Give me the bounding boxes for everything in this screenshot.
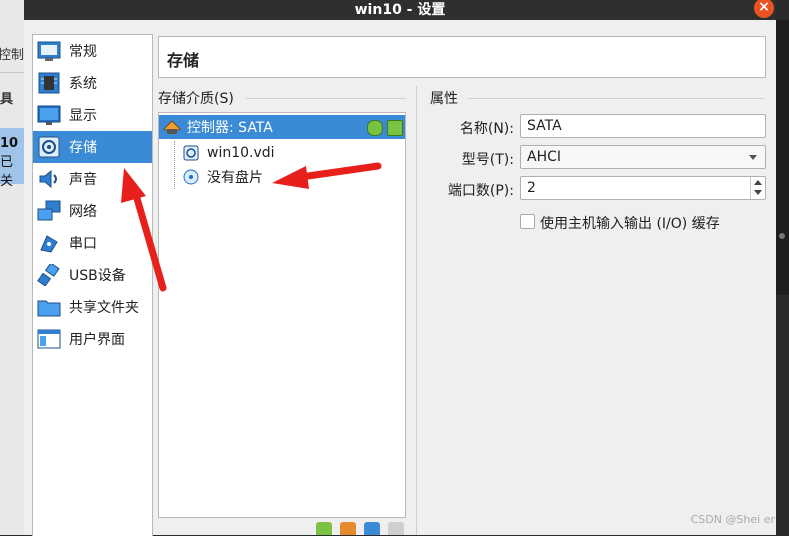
user-interface-icon (37, 328, 61, 350)
category-system[interactable]: 系统 (33, 67, 152, 99)
port-count-label: 端口数(P): (447, 183, 514, 199)
hard-disk-icon (183, 145, 199, 161)
arrow-up-icon (754, 180, 762, 185)
category-label: 常规 (69, 44, 97, 60)
tree-item-controller-sata[interactable]: 控制器: SATA (159, 115, 405, 139)
remove-attachment-icon[interactable] (388, 522, 404, 535)
category-label: 存储 (69, 140, 97, 156)
page-header: 存储 (158, 36, 766, 78)
tree-item-label: win10.vdi (207, 145, 275, 161)
add-controller-icon[interactable] (316, 522, 332, 535)
storage-icon (37, 136, 61, 158)
name-input[interactable]: SATA (520, 114, 766, 138)
background-dot (779, 233, 785, 239)
usb-icon (37, 262, 61, 287)
storage-media-label: 存储介质(S) (158, 91, 234, 107)
shared-folder-icon (37, 296, 61, 318)
system-icon (37, 72, 61, 94)
host-io-cache-label: 使用主机输入输出 (I/O) 缓存 (540, 216, 720, 232)
background-app-divider (0, 72, 24, 73)
type-select[interactable]: AHCI (520, 145, 766, 169)
tree-item-label: 控制器: SATA (187, 120, 273, 136)
category-label: USB设备 (69, 268, 126, 284)
add-optical-drive-icon[interactable] (367, 120, 383, 136)
background-app-text: 具 (0, 92, 14, 107)
type-value: AHCI (527, 149, 562, 165)
audio-icon (37, 168, 61, 190)
category-usb[interactable]: USB设备 (33, 259, 152, 291)
tree-item-label: 没有盘片 (207, 170, 263, 186)
display-icon (37, 104, 61, 126)
tree-item-hard-disk[interactable]: win10.vdi (183, 141, 275, 165)
host-io-cache-checkbox[interactable] (520, 214, 535, 229)
background-app-right (775, 20, 789, 295)
background-vm-state: 已关 (0, 155, 14, 189)
storage-toolbar (316, 522, 404, 535)
general-icon (37, 40, 61, 62)
category-serial-port[interactable]: 串口 (33, 227, 152, 259)
arrow-down-icon (754, 190, 762, 195)
watermark: CSDN @Shei er (690, 513, 775, 526)
chevron-down-icon (749, 155, 757, 160)
category-label: 共享文件夹 (69, 300, 139, 316)
type-label: 型号(T): (461, 152, 514, 168)
storage-tree[interactable]: 控制器: SATA win10.vdi 没有盘片 (158, 112, 406, 518)
category-storage[interactable]: 存储 (33, 131, 152, 163)
category-network[interactable]: 网络 (33, 195, 152, 227)
remove-controller-icon[interactable] (340, 522, 356, 535)
attributes-label: 属性 (430, 91, 458, 107)
add-hard-disk-icon[interactable] (387, 120, 403, 136)
tree-item-empty-optical[interactable]: 没有盘片 (183, 165, 263, 189)
network-icon (37, 200, 61, 222)
port-count-value: 2 (527, 180, 536, 196)
serial-port-icon (37, 232, 61, 254)
settings-dialog: win10 - 设置 × 常规 系统 显示 存储 声音 网络 串口 USB设备 … (24, 0, 776, 536)
window-title: win10 - 设置 (354, 2, 446, 18)
category-user-interface[interactable]: 用户界面 (33, 323, 152, 355)
category-label: 网络 (69, 204, 97, 220)
category-shared-folders[interactable]: 共享文件夹 (33, 291, 152, 323)
background-vm-name: 10 (0, 136, 19, 151)
category-list: 常规 系统 显示 存储 声音 网络 串口 USB设备 共享文件夹 用户界面 (32, 34, 153, 536)
tree-branch-line (174, 141, 175, 189)
category-audio[interactable]: 声音 (33, 163, 152, 195)
attributes-separator (468, 98, 764, 99)
storage-media-separator (246, 98, 406, 99)
port-count-stepper[interactable]: 2 (520, 176, 766, 200)
category-label: 用户界面 (69, 332, 125, 348)
controller-icon (163, 119, 181, 135)
name-value: SATA (527, 118, 562, 134)
spin-buttons[interactable] (750, 177, 765, 199)
category-label: 系统 (69, 76, 97, 92)
close-button[interactable]: × (754, 0, 774, 18)
add-attachment-icon[interactable] (364, 522, 380, 535)
optical-disc-icon (183, 169, 199, 185)
category-label: 声音 (69, 172, 97, 188)
page-title: 存储 (167, 51, 200, 70)
category-label: 显示 (69, 108, 97, 124)
category-display[interactable]: 显示 (33, 99, 152, 131)
category-label: 串口 (69, 236, 97, 252)
panel-divider (416, 86, 417, 535)
background-app-selected-vm[interactable]: 10 已关 (0, 128, 24, 189)
background-app-text: 控制台 (0, 48, 24, 63)
close-icon: × (758, 0, 770, 15)
category-general[interactable]: 常规 (33, 35, 152, 67)
title-bar[interactable]: win10 - 设置 × (24, 0, 776, 20)
background-app: 控制台 具 10 已关 (0, 0, 24, 535)
name-label: 名称(N): (459, 121, 514, 137)
